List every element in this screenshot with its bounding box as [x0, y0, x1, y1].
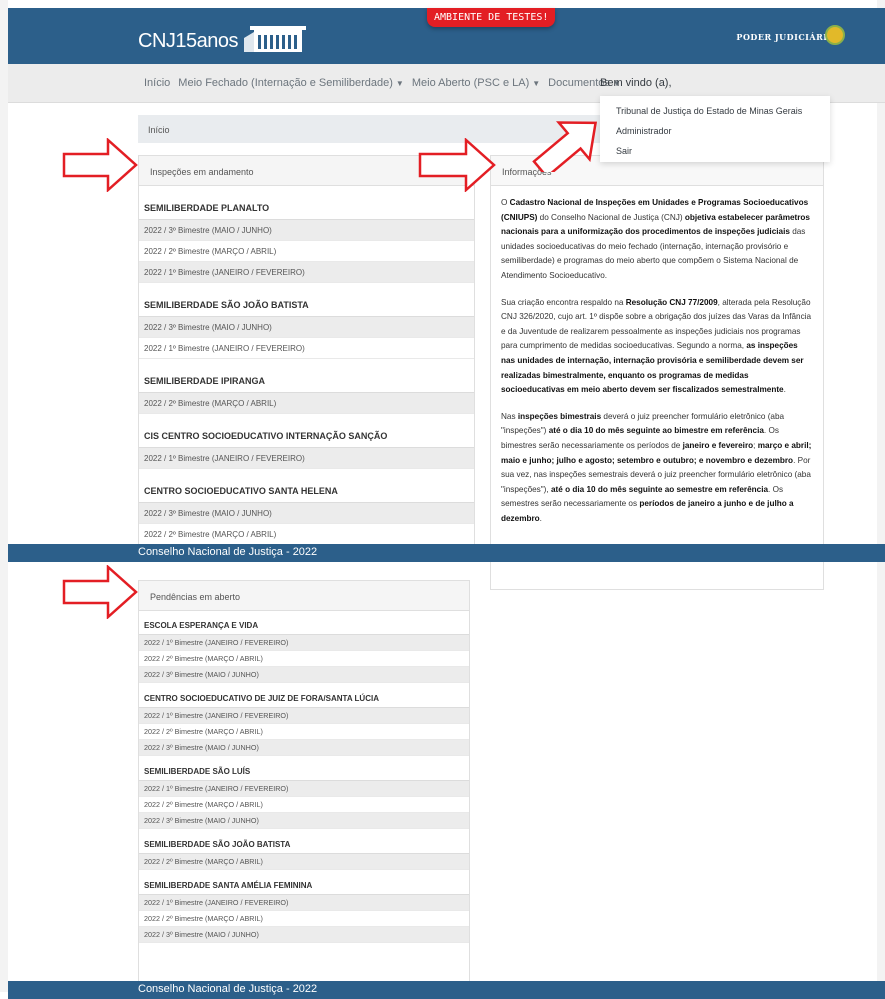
inspection-period-link[interactable]: 2022 / 1º Bimestre (JANEIRO / FEVEREIRO) — [139, 781, 469, 797]
pending-card-header: Pendências em aberto — [139, 581, 469, 611]
info-text: Sua criação encontra respaldo na — [501, 297, 626, 307]
nav-inicio[interactable]: Início — [144, 77, 170, 89]
in-progress-list: SEMILIBERDADE PLANALTO 2022 / 3º Bimestre… — [139, 186, 474, 545]
footer-bar: Conselho Nacional de Justiça - 2022 — [8, 544, 885, 562]
footer-bar-bottom: Conselho Nacional de Justiça - 2022 — [8, 981, 885, 999]
arrow-up-left-icon — [532, 121, 598, 172]
dropdown-item-tribunal[interactable]: Tribunal de Justiça do Estado de Minas G… — [616, 106, 802, 116]
arrow-right-icon — [418, 138, 496, 192]
user-dropdown-menu: Tribunal de Justiça do Estado de Minas G… — [600, 96, 830, 162]
nav-items: Início Meio Fechado (Internação e Semili… — [144, 77, 621, 89]
info-text: . — [783, 385, 786, 395]
nav-meio-fechado[interactable]: Meio Fechado (Internação e Semiliberdade… — [178, 77, 404, 89]
welcome-user-menu[interactable]: Bem vindo (a), — [600, 77, 672, 89]
logo-text: CNJ15anos — [138, 30, 239, 52]
unit-name: ESCOLA ESPERANÇA E VIDA — [139, 617, 469, 635]
info-bold-text: até o dia 10 do mês seguinte ao bimestre… — [548, 426, 764, 436]
arrow-right-icon — [62, 138, 138, 192]
inspection-period-link[interactable]: 2022 / 3º Bimestre (MAIO / JUNHO) — [139, 503, 474, 524]
dropdown-item-administrador[interactable]: Administrador — [616, 126, 672, 136]
info-paragraph-3: Nas inspeções bimestrais deverá o juiz p… — [501, 410, 813, 527]
unit-name: SEMILIBERDADE SÃO JOÃO BATISTA — [139, 293, 474, 317]
test-environment-badge: AMBIENTE DE TESTES! — [427, 8, 556, 27]
info-body: O Cadastro Nacional de Inspeções em Unid… — [491, 186, 823, 548]
info-bold-text: até o dia 10 do mês seguinte ao semestre… — [550, 484, 769, 494]
inspection-period-link[interactable]: 2022 / 1º Bimestre (JANEIRO / FEVEREIRO) — [139, 262, 474, 283]
inspection-period-link[interactable]: 2022 / 2º Bimestre (MARÇO / ABRIL) — [139, 524, 474, 545]
unit-name: SEMILIBERDADE SÃO JOÃO BATISTA — [139, 836, 469, 854]
inspection-period-link[interactable]: 2022 / 3º Bimestre (MAIO / JUNHO) — [139, 220, 474, 241]
unit-name: SEMILIBERDADE SANTA AMÉLIA FEMININA — [139, 877, 469, 895]
info-text: . — [539, 513, 542, 523]
unit-name: SEMILIBERDADE IPIRANGA — [139, 369, 474, 393]
pending-list: ESCOLA ESPERANÇA E VIDA 2022 / 1º Bimestr… — [139, 611, 469, 943]
unit-name: CIS CENTRO SOCIOEDUCATIVO INTERNAÇÃO SAN… — [139, 424, 474, 448]
cnj-logo[interactable]: CNJ15anos — [138, 22, 312, 58]
pending-card: Pendências em aberto ESCOLA ESPERANÇA E … — [138, 580, 470, 985]
page: CNJ15anos PODER JUDICIÁRIO AMBIENTE DE T… — [0, 0, 885, 999]
inspection-period-link[interactable]: 2022 / 1º Bimestre (JANEIRO / FEVEREIRO) — [139, 708, 469, 724]
building-icon — [244, 26, 307, 52]
info-text: do Conselho Nacional de Justiça (CNJ) — [537, 212, 685, 222]
info-paragraph-2: Sua criação encontra respaldo na Resoluç… — [501, 296, 813, 398]
unit-name: SEMILIBERDADE SÃO LUÍS — [139, 763, 469, 781]
info-paragraph-1: O Cadastro Nacional de Inspeções em Unid… — [501, 196, 813, 284]
inspection-period-link[interactable]: 2022 / 2º Bimestre (MARÇO / ABRIL) — [139, 854, 469, 870]
inspection-period-link[interactable]: 2022 / 2º Bimestre (MARÇO / ABRIL) — [139, 393, 474, 414]
inspection-period-link[interactable]: 2022 / 2º Bimestre (MARÇO / ABRIL) — [139, 724, 469, 740]
caret-down-icon: ▼ — [395, 79, 404, 88]
inspection-period-link[interactable]: 2022 / 2º Bimestre (MARÇO / ABRIL) — [139, 651, 469, 667]
inspection-period-link[interactable]: 2022 / 1º Bimestre (JANEIRO / FEVEREIRO) — [139, 895, 469, 911]
dropdown-item-sair[interactable]: Sair — [616, 146, 632, 156]
page-gutter-left — [0, 0, 8, 992]
info-text: O — [501, 198, 510, 207]
republic-seal-icon — [825, 25, 845, 45]
inspection-period-link[interactable]: 2022 / 2º Bimestre (MARÇO / ABRIL) — [139, 797, 469, 813]
info-text: Nas — [501, 411, 518, 421]
inspection-period-link[interactable]: 2022 / 2º Bimestre (MARÇO / ABRIL) — [139, 241, 474, 262]
unit-name: CENTRO SOCIOEDUCATIVO SANTA HELENA — [139, 479, 474, 503]
info-bold-text: inspeções bimestrais — [517, 411, 602, 421]
inspection-period-link[interactable]: 2022 / 1º Bimestre (JANEIRO / FEVEREIRO) — [139, 635, 469, 651]
info-bold-text: janeiro e fevereiro — [682, 440, 754, 450]
page-gutter-right — [877, 0, 885, 992]
inspection-period-link[interactable]: 2022 / 2º Bimestre (MARÇO / ABRIL) — [139, 911, 469, 927]
in-progress-card: Inspeções em andamento SEMILIBERDADE PLA… — [138, 155, 475, 545]
caret-down-icon: ▼ — [532, 79, 541, 88]
poder-judiciario-label: PODER JUDICIÁRIO — [736, 32, 835, 42]
inspection-period-link[interactable]: 2022 / 3º Bimestre (MAIO / JUNHO) — [139, 927, 469, 943]
unit-name: CENTRO SOCIOEDUCATIVO DE JUIZ DE FORA/SA… — [139, 690, 469, 708]
inspection-period-link[interactable]: 2022 / 3º Bimestre (MAIO / JUNHO) — [139, 740, 469, 756]
inspection-period-link[interactable]: 2022 / 1º Bimestre (JANEIRO / FEVEREIRO) — [139, 338, 474, 359]
nav-meio-aberto[interactable]: Meio Aberto (PSC e LA) ▼ — [412, 77, 540, 89]
inspection-period-link[interactable]: 2022 / 3º Bimestre (MAIO / JUNHO) — [139, 813, 469, 829]
unit-name: SEMILIBERDADE PLANALTO — [139, 196, 474, 220]
inspection-period-link[interactable]: 2022 / 3º Bimestre (MAIO / JUNHO) — [139, 317, 474, 338]
info-bold-text: Resolução CNJ 77/2009 — [625, 297, 718, 307]
arrow-right-icon — [62, 565, 138, 619]
info-card: Informações O Cadastro Nacional de Inspe… — [490, 155, 824, 590]
inspection-period-link[interactable]: 2022 / 3º Bimestre (MAIO / JUNHO) — [139, 667, 469, 683]
inspection-period-link[interactable]: 2022 / 1º Bimestre (JANEIRO / FEVEREIRO) — [139, 448, 474, 469]
